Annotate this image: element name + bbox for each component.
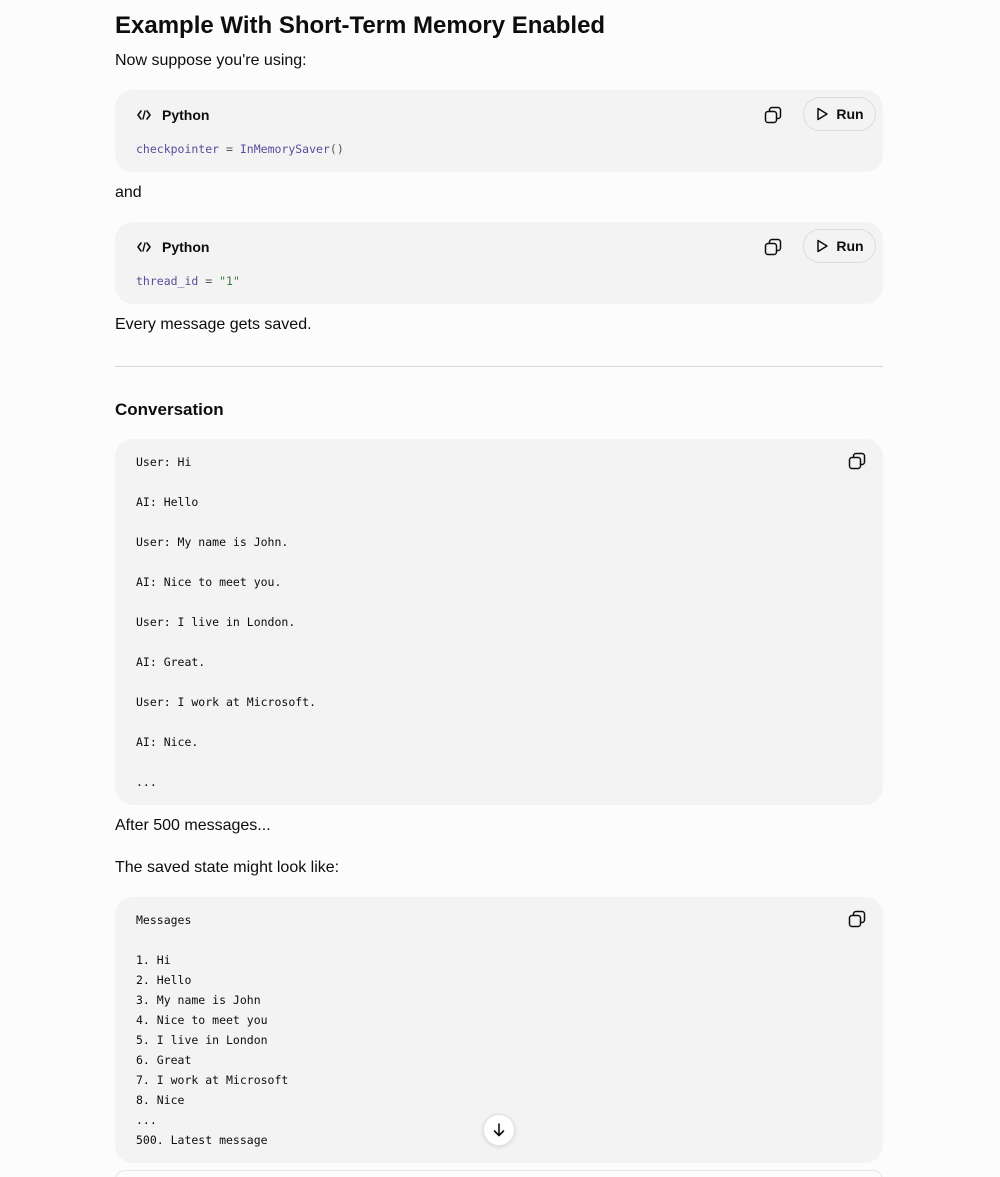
code-line: User: I work at Microsoft.	[136, 695, 317, 709]
play-icon	[815, 107, 829, 121]
code-token-operator: =	[198, 274, 220, 288]
code-line: AI: Hello	[136, 495, 199, 509]
copy-code-button[interactable]	[762, 104, 784, 126]
copy-code-button[interactable]	[846, 450, 868, 472]
run-code-button[interactable]: Run	[803, 229, 876, 263]
run-label: Run	[836, 238, 864, 254]
code-line: 2. Hello	[136, 973, 192, 987]
code-line: 5. I live in London	[136, 1033, 268, 1047]
code-line: AI: Great.	[136, 655, 206, 669]
code-line: User: My name is John.	[136, 535, 289, 549]
intro-paragraph: Now suppose you're using:	[115, 52, 307, 69]
language-label: Python	[162, 107, 210, 123]
code-text: checkpointer = InMemorySaver()	[136, 139, 344, 159]
next-block-edge	[115, 1170, 883, 1177]
code-line: 8. Nice	[136, 1093, 185, 1107]
copy-icon	[764, 106, 782, 124]
code-token-variable: thread_id	[136, 274, 199, 288]
section-divider	[115, 366, 883, 367]
code-line: AI: Nice to meet you.	[136, 575, 282, 589]
code-line: User: Hi	[136, 455, 192, 469]
section-title: Example With Short-Term Memory Enabled	[115, 12, 606, 39]
language-label: Python	[162, 239, 210, 255]
run-code-button[interactable]: Run	[803, 97, 876, 131]
copy-icon	[764, 238, 782, 256]
play-icon	[815, 239, 829, 253]
code-token-function: InMemorySaver	[239, 142, 330, 156]
and-paragraph: and	[115, 184, 142, 201]
code-text: thread_id = "1"	[136, 271, 240, 291]
page: Example With Short-Term Memory Enabled N…	[0, 0, 1000, 1177]
code-token-operator: =	[219, 142, 240, 156]
saved-paragraph: Every message gets saved.	[115, 316, 312, 333]
conversation-heading: Conversation	[115, 400, 224, 419]
state-paragraph: The saved state might look like:	[115, 859, 340, 876]
copy-icon	[848, 910, 866, 928]
code-block-header: Python	[136, 105, 209, 125]
copy-code-button[interactable]	[846, 908, 868, 930]
code-token-variable: checkpointer	[136, 142, 220, 156]
code-line: 500. Latest message	[136, 1133, 268, 1147]
code-token-string: "1"	[219, 274, 240, 288]
conversation-code-block: User: Hi AI: Hello User: My name is John…	[115, 439, 883, 805]
code-line: AI: Nice.	[136, 735, 199, 749]
code-line: ...	[136, 1113, 157, 1127]
conversation-text: User: Hi AI: Hello User: My name is John…	[136, 452, 316, 792]
code-token-parens: ()	[329, 142, 344, 156]
copy-icon	[848, 452, 866, 470]
copy-code-button[interactable]	[762, 236, 784, 258]
code-line: 3. My name is John	[136, 993, 261, 1007]
after-paragraph: After 500 messages...	[115, 817, 271, 834]
code-line: 4. Nice to meet you	[136, 1013, 268, 1027]
arrow-down-icon	[493, 1123, 505, 1137]
run-label: Run	[836, 106, 864, 122]
code-line: 7. I work at Microsoft	[136, 1073, 289, 1087]
scroll-to-bottom-button[interactable]	[483, 1114, 515, 1146]
code-block-thread-id: Python Run thread_id = "1"	[115, 222, 883, 304]
code-block-header: Python	[136, 237, 209, 257]
code-brackets-icon	[136, 108, 152, 122]
code-line: User: I live in London.	[136, 615, 296, 629]
code-line: ...	[136, 775, 157, 789]
code-line: Messages	[136, 913, 192, 927]
saved-state-text: Messages 1. Hi 2. Hello 3. My name is Jo…	[136, 910, 288, 1150]
code-brackets-icon	[136, 240, 152, 254]
code-block-checkpointer: Python Run checkpointer = InMemorySaver(…	[115, 90, 883, 172]
code-line: 6. Great	[136, 1053, 192, 1067]
code-line: 1. Hi	[136, 953, 171, 967]
